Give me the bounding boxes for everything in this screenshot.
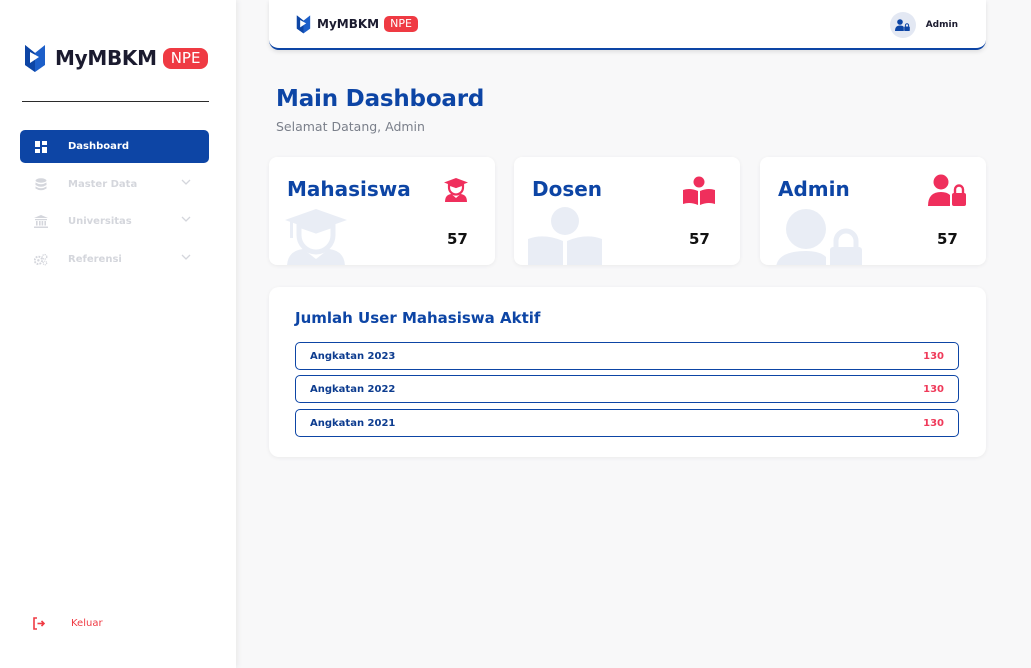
page-subtitle: Selamat Datang, Admin [276,119,425,134]
graduate-watermark-icon [285,209,347,265]
card-value: 57 [447,230,468,248]
brand-badge: NPE [162,47,209,69]
sidebar-item-label: Master Data [68,178,138,190]
card-title: Dosen [532,177,603,201]
reader-icon [683,176,715,205]
topbar-brand[interactable]: MyMBKM NPE [296,14,418,34]
graduate-icon [444,178,468,202]
card-value: 57 [937,230,958,248]
list-item[interactable]: Angkatan 2022 130 [295,375,959,403]
chevron-down-icon [181,254,191,260]
row-label: Angkatan 2021 [310,417,396,429]
topbar: MyMBKM NPE Admin [269,0,986,50]
chevron-down-icon [181,179,191,185]
card-title: Mahasiswa [287,177,411,201]
topbar-brand-name: MyMBKM [317,17,380,31]
card-title: Admin [778,177,850,201]
user-lock-icon [895,19,911,31]
user-menu[interactable]: Admin [889,12,958,38]
reader-watermark-icon [528,207,602,265]
active-users-panel: Jumlah User Mahasiswa Aktif Angkatan 202… [269,287,986,457]
university-building-icon [34,215,48,229]
database-icon [34,177,48,191]
list-item[interactable]: Angkatan 2023 130 [295,342,959,370]
sidebar-brand[interactable]: MyMBKM NPE [24,43,209,73]
mymbkm-logo-icon [25,45,45,72]
brand-name: MyMBKM [55,46,157,70]
stat-card-mahasiswa[interactable]: Mahasiswa 57 [269,157,495,265]
row-label: Angkatan 2022 [310,383,396,395]
sidebar-item-label: Referensi [68,253,122,265]
user-lock-icon [928,174,966,206]
row-value: 130 [923,417,944,429]
sidebar-item-universitas[interactable]: Universitas [20,205,209,238]
sidebar-item-label: Universitas [68,216,132,227]
row-label: Angkatan 2023 [310,350,396,362]
sidebar-item-master-data[interactable]: Master Data [20,168,209,201]
sidebar-item-referensi[interactable]: Referensi [20,243,209,276]
sidebar-nav: Dashboard Master Data Universitas Refere… [20,130,209,280]
page-title: Main Dashboard [276,86,485,112]
stat-card-admin[interactable]: Admin 57 [760,157,986,265]
panel-title: Jumlah User Mahasiswa Aktif [295,309,541,327]
logout-button[interactable]: Keluar [32,617,103,630]
stat-card-dosen[interactable]: Dosen 57 [514,157,740,265]
logout-label: Keluar [71,618,103,629]
chevron-down-icon [181,216,191,222]
mymbkm-logo-icon [296,15,311,34]
card-value: 57 [689,230,710,248]
dashboard-grid-icon [34,140,48,154]
sidebar-divider [22,101,209,102]
avatar [889,12,916,38]
user-lock-watermark-icon [776,209,862,265]
sidebar-item-dashboard[interactable]: Dashboard [20,130,209,163]
user-name: Admin [925,20,958,30]
sidebar-item-label: Dashboard [68,141,129,152]
topbar-brand-badge: NPE [384,16,418,32]
row-value: 130 [923,383,944,395]
list-item[interactable]: Angkatan 2021 130 [295,409,959,437]
row-value: 130 [923,350,944,362]
gears-icon [34,252,48,266]
logout-icon [33,617,45,630]
sidebar: MyMBKM NPE Dashboard Master Data Univers… [0,0,236,668]
